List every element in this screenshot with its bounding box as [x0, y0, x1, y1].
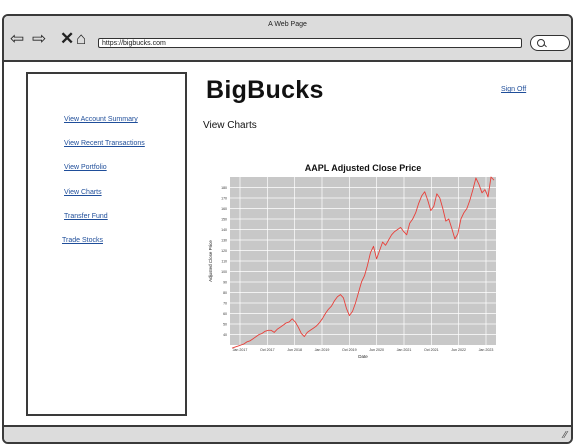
sidebar-item-recent-transactions[interactable]: View Recent Transactions [64, 140, 145, 147]
x-tick-label: Oct 2017 [260, 348, 275, 352]
sidebar-item-charts[interactable]: View Charts [64, 189, 102, 196]
window-title: A Web Page [268, 21, 307, 28]
y-tick-label: 170 [221, 197, 227, 201]
resize-grip-icon[interactable]: ⁄⁄ [564, 430, 567, 441]
y-tick-label: 70 [223, 302, 227, 306]
forward-arrow-icon[interactable]: ⇨ [32, 30, 46, 47]
x-tick-label: Jun 2018 [287, 348, 302, 352]
y-tick-label: 110 [221, 260, 227, 264]
home-icon[interactable]: ⌂ [76, 30, 86, 47]
search-button[interactable] [530, 35, 570, 51]
browser-statusbar: ⁄⁄ [4, 425, 571, 442]
x-tick-label: Jan 2019 [315, 348, 330, 352]
y-tick-label: 150 [221, 218, 227, 222]
x-tick-label: Jan 2023 [479, 348, 494, 352]
y-axis-label: Adjusted Close Price [208, 240, 213, 282]
back-arrow-icon[interactable]: ⇦ [10, 30, 24, 47]
chart-title: AAPL Adjusted Close Price [305, 163, 422, 173]
address-bar[interactable]: https://bigbucks.com [98, 38, 522, 48]
search-icon [537, 39, 545, 47]
sidebar-item-portfolio[interactable]: View Portfolio [64, 164, 107, 171]
y-tick-label: 60 [223, 312, 227, 316]
x-tick-label: Jun 2020 [369, 348, 384, 352]
aapl-price-chart: AAPL Adjusted Close Price 40 50 60 70 80 90 100… [202, 147, 502, 367]
sidebar-item-transfer-fund[interactable]: Transfer Fund [64, 213, 108, 220]
y-tick-label: 140 [221, 228, 227, 232]
x-tick-label: Jun 2022 [451, 348, 466, 352]
y-tick-label: 90 [223, 281, 227, 285]
y-tick-label: 40 [223, 333, 227, 337]
y-tick-label: 130 [221, 239, 227, 243]
x-tick-label: Oct 2019 [342, 348, 357, 352]
y-tick-label: 160 [221, 207, 227, 211]
y-tick-label: 80 [223, 291, 227, 295]
sidebar: View Account Summary View Recent Transac… [26, 72, 187, 416]
y-tick-label: 120 [221, 249, 227, 253]
x-axis-label: Date [358, 354, 368, 359]
x-tick-label: Oct 2021 [424, 348, 439, 352]
page-section-heading: View Charts [203, 120, 257, 131]
x-tick-label: Jan 2017 [233, 348, 248, 352]
y-tick-label: 180 [221, 186, 227, 190]
brand-logo-text: BigBucks [206, 76, 324, 104]
chart-svg: AAPL Adjusted Close Price 40 50 60 70 80 90 100… [208, 163, 496, 359]
y-tick-label: 50 [223, 323, 227, 327]
sidebar-item-trade-stocks[interactable]: Trade Stocks [62, 237, 103, 244]
sign-off-link[interactable]: Sign Off [501, 86, 526, 93]
close-icon[interactable]: ✕ [60, 30, 74, 47]
sidebar-item-account-summary[interactable]: View Account Summary [64, 116, 138, 123]
browser-titlebar: A Web Page ⇦ ⇨ ✕ ⌂ https://bigbucks.com [4, 16, 571, 62]
browser-window: A Web Page ⇦ ⇨ ✕ ⌂ https://bigbucks.com … [2, 14, 573, 444]
y-tick-label: 100 [221, 270, 227, 274]
x-tick-label: Jan 2021 [397, 348, 412, 352]
